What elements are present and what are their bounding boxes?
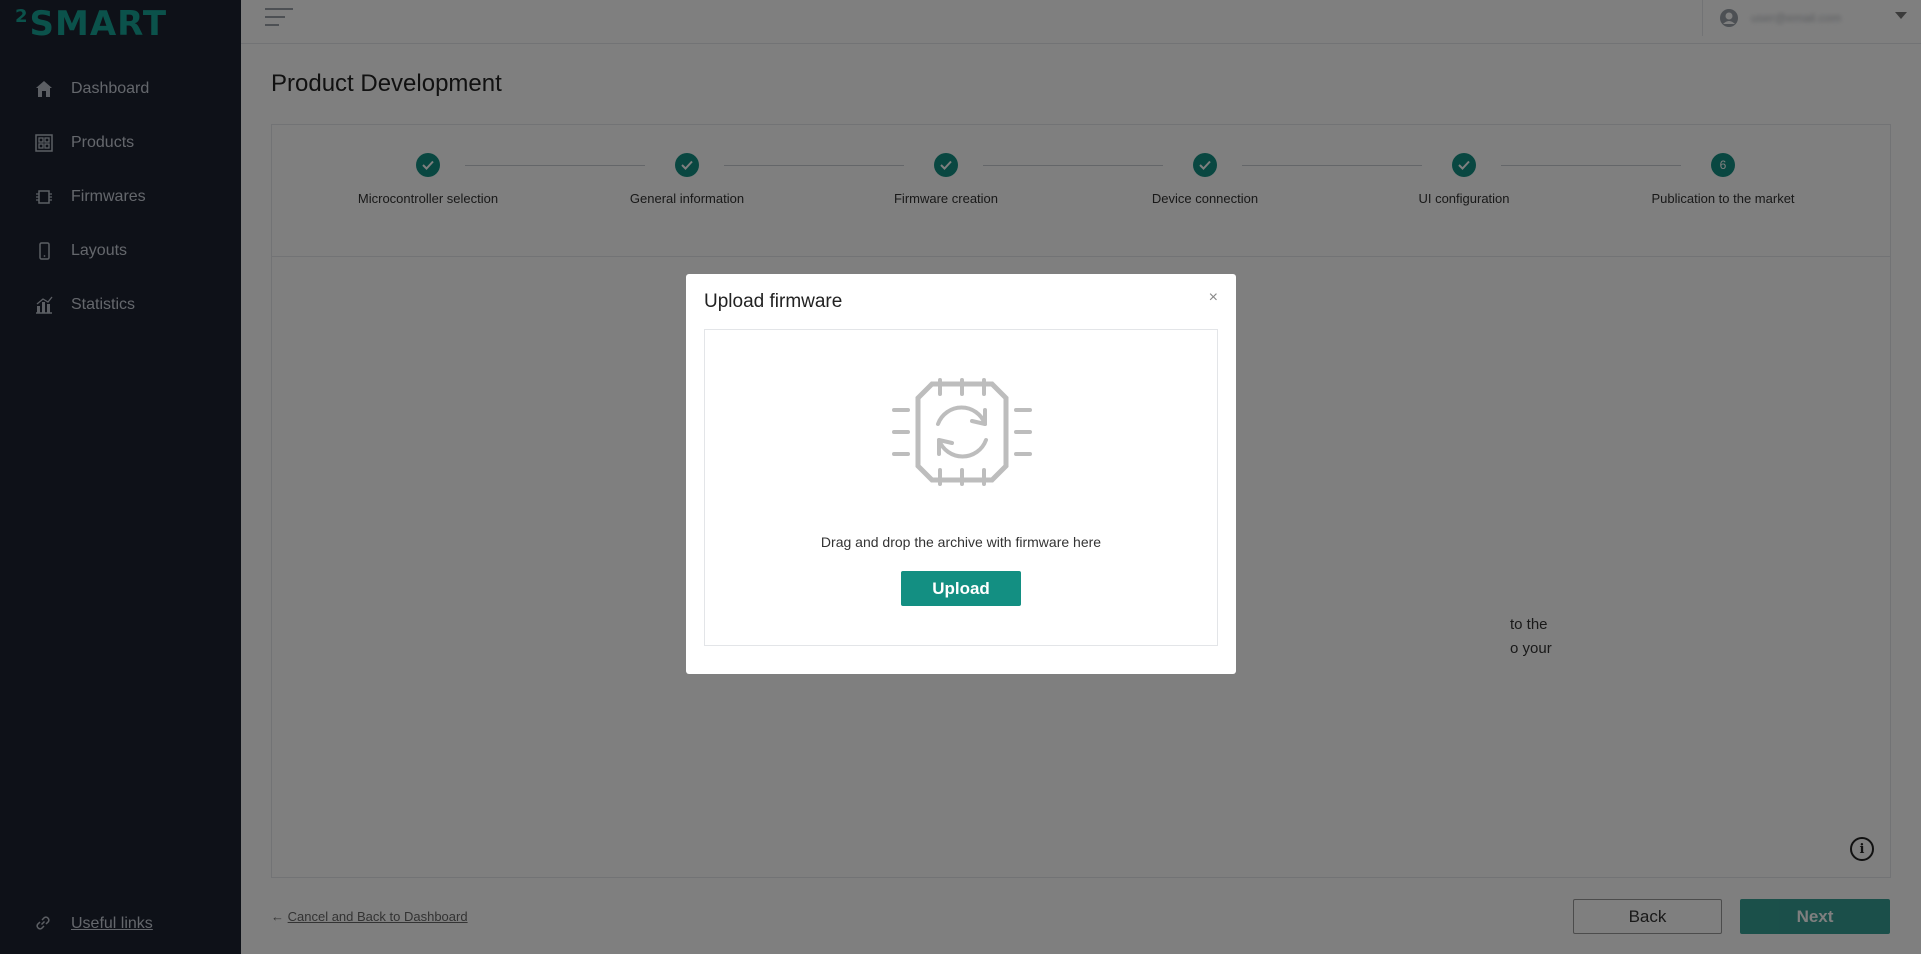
firmware-dropzone[interactable]: Drag and drop the archive with firmware … — [704, 329, 1218, 646]
modal-title: Upload firmware — [704, 291, 843, 312]
upload-firmware-modal: Upload firmware × Drag and drop the arch… — [686, 274, 1236, 674]
drop-instructions: Drag and drop the archive with firmware … — [820, 534, 1102, 550]
close-icon[interactable]: × — [1209, 289, 1218, 307]
firmware-chip-icon — [892, 378, 1032, 486]
upload-button[interactable]: Upload — [901, 571, 1021, 606]
